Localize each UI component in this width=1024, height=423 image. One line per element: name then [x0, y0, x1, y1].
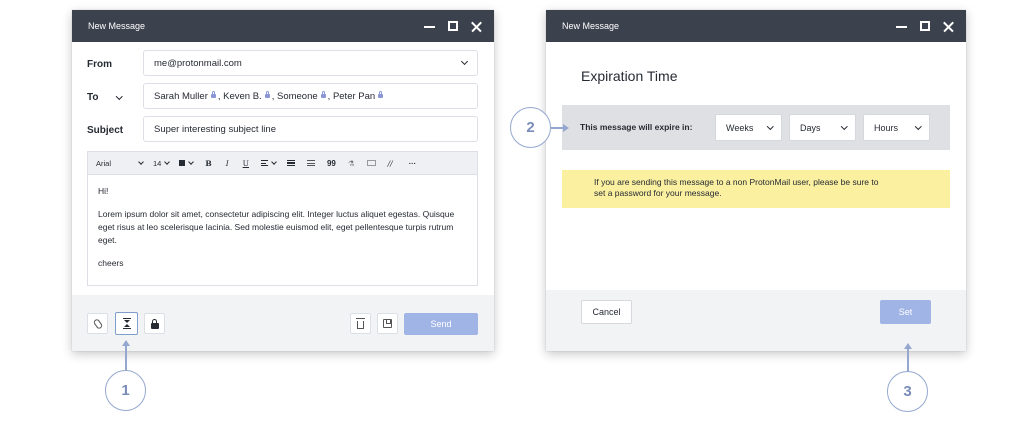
subject-input[interactable]: Super interesting subject line	[143, 116, 478, 142]
callout-line	[125, 345, 127, 371]
delete-draft-button[interactable]	[350, 313, 371, 334]
encryption-button[interactable]	[144, 313, 165, 334]
chevron-down-icon	[138, 159, 144, 165]
lock-icon	[378, 91, 384, 98]
chevron-down-icon	[460, 57, 469, 66]
from-value: me@protonmail.com	[154, 57, 242, 69]
chevron-down-icon	[116, 92, 123, 100]
clear-format-button[interactable]: ∕∕	[382, 152, 399, 174]
hourglass-icon	[122, 318, 131, 329]
send-button[interactable]: Send	[404, 313, 478, 335]
italic-button[interactable]: I	[219, 152, 236, 174]
lock-icon	[264, 91, 270, 98]
recipient[interactable]: Sarah Muller	[154, 91, 208, 102]
expiration-window-title: New Message	[562, 21, 620, 31]
expiration-heading: Expiration Time	[581, 68, 678, 84]
chevron-down-icon	[271, 159, 277, 165]
align-select[interactable]	[256, 152, 281, 174]
expiration-window: New Message Expiration Time This message…	[546, 10, 966, 351]
weeks-value: Weeks	[726, 122, 754, 133]
minimize-icon[interactable]	[424, 25, 435, 28]
bullet-list-icon	[286, 159, 295, 167]
callout-1: 1	[105, 370, 146, 411]
days-value: Days	[800, 122, 821, 133]
close-icon[interactable]	[943, 21, 954, 32]
maximize-icon[interactable]	[920, 21, 930, 31]
bold-button[interactable]: B	[198, 152, 218, 174]
recipient[interactable]: Peter Pan	[333, 91, 375, 102]
chevron-down-icon	[766, 122, 773, 130]
compose-window: New Message From me@protonmail.com To Sa…	[72, 10, 494, 351]
color-swatch-icon	[179, 160, 186, 166]
size-select[interactable]: 14	[148, 152, 174, 174]
image-button[interactable]	[361, 152, 382, 174]
weeks-select[interactable]: Weeks	[715, 114, 782, 141]
expiration-footer: Cancel Set	[546, 290, 966, 351]
link-icon: ⚗	[347, 158, 355, 168]
font-select[interactable]: Arial	[88, 152, 148, 174]
trash-icon	[356, 317, 365, 329]
attachment-button[interactable]	[87, 313, 108, 334]
password-notice: If you are sending this message to a non…	[562, 170, 950, 208]
save-draft-button[interactable]	[377, 313, 398, 334]
callout-arrow	[563, 124, 569, 132]
notice-line: set a password for your message.	[594, 187, 722, 198]
to-field[interactable]: Sarah Muller, Keven B., Someone, Peter P…	[143, 83, 478, 109]
chevron-down-icon	[188, 159, 195, 165]
chevron-down-icon	[164, 159, 171, 165]
recipient[interactable]: Someone	[277, 91, 318, 102]
compose-window-title: New Message	[88, 21, 146, 31]
attachment-icon	[92, 317, 103, 330]
font-value: Arial	[96, 158, 112, 168]
minimize-icon[interactable]	[896, 25, 907, 28]
recipient[interactable]: Keven B.	[223, 91, 262, 102]
hours-select[interactable]: Hours	[863, 114, 930, 141]
numbered-list-icon	[306, 160, 315, 166]
expire-label: This message will expire in:	[580, 122, 693, 132]
subject-label: Subject	[87, 125, 124, 136]
chevron-down-icon	[914, 122, 921, 130]
underline-button[interactable]: U	[236, 152, 256, 174]
to-label-group[interactable]: To	[87, 92, 123, 103]
compose-footer: Send	[72, 295, 494, 351]
image-icon	[366, 160, 376, 166]
chevron-down-icon	[840, 122, 847, 130]
callout-line	[907, 348, 909, 372]
save-icon	[383, 319, 392, 328]
from-select[interactable]: me@protonmail.com	[143, 50, 478, 76]
more-button[interactable]: ···	[399, 152, 423, 174]
editor-toolbar: Arial 14 B I U 99 ⚗ ∕∕ ···	[87, 151, 478, 174]
days-select[interactable]: Days	[789, 114, 856, 141]
close-icon[interactable]	[471, 21, 482, 32]
hours-value: Hours	[874, 122, 899, 133]
notice-line: If you are sending this message to a non…	[594, 177, 879, 187]
lock-icon	[150, 318, 159, 329]
set-button[interactable]: Set	[880, 300, 931, 324]
link-button[interactable]: ⚗	[342, 152, 361, 174]
to-label: To	[87, 92, 99, 103]
size-value: 14	[153, 158, 162, 168]
bullet-list-button[interactable]	[281, 152, 301, 174]
expiration-button[interactable]	[115, 312, 138, 335]
expiration-titlebar: New Message	[546, 10, 966, 42]
body-paragraph: Lorem ipsum dolor sit amet, consectetur …	[98, 209, 455, 245]
callout-3: 3	[887, 371, 928, 412]
numbered-list-button[interactable]	[301, 152, 321, 174]
clear-format-icon: ∕∕	[387, 158, 393, 168]
body-signoff: cheers	[98, 258, 124, 268]
compose-titlebar: New Message	[72, 10, 494, 42]
quote-button[interactable]: 99	[321, 152, 342, 174]
callout-2: 2	[510, 107, 551, 148]
message-body-editor[interactable]: Hi! Lorem ipsum dolor sit amet, consecte…	[87, 174, 478, 286]
cancel-button[interactable]: Cancel	[581, 300, 632, 324]
maximize-icon[interactable]	[448, 21, 458, 31]
body-greeting: Hi!	[98, 186, 109, 196]
expiration-settings-bar: This message will expire in: Weeks Days …	[562, 105, 950, 150]
align-icon	[260, 160, 268, 166]
from-label: From	[87, 59, 112, 70]
lock-icon	[320, 91, 326, 98]
color-select[interactable]	[174, 152, 198, 174]
lock-icon	[210, 91, 216, 98]
